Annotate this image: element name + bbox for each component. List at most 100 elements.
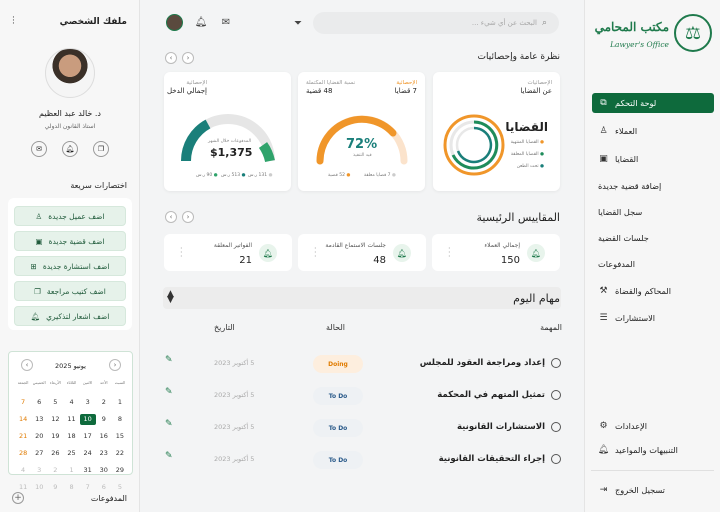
metric-card-clients[interactable]: 🔔︎ إجمالي العملاء 150 · · · [432, 234, 560, 271]
nav-consultations[interactable]: ☰ الاستشارات [592, 308, 714, 328]
add-consultation-button[interactable]: ⊞ اضف استشارة جديدة [14, 256, 126, 276]
calendar-day[interactable]: 9 [47, 482, 63, 493]
more-icon[interactable]: · · · [448, 245, 451, 261]
add-reminder-button[interactable]: 🔔︎ اضف اشعار لتذكيري [14, 306, 126, 326]
next-arrow-icon[interactable]: › [182, 52, 194, 64]
calendar-day[interactable]: 11 [63, 414, 79, 425]
calendar-day[interactable]: 18 [63, 431, 79, 442]
search-placeholder: البحث عن أي شيء ... [471, 19, 537, 27]
task-checkbox[interactable] [551, 422, 561, 432]
calendar-day[interactable]: 14 [15, 414, 31, 425]
calendar-day[interactable]: 7 [15, 397, 31, 408]
edit-icon[interactable]: ✎ [165, 387, 173, 397]
calendar-day[interactable]: 13 [31, 414, 47, 425]
table-row[interactable]: إجراء التحقيقات القانونية To Do 5 أكتوبر… [163, 449, 561, 471]
nav-dashboard[interactable]: ⧉ لوحة التحكم [592, 93, 714, 113]
calendar-day[interactable]: 6 [31, 397, 47, 408]
prev-arrow-icon[interactable]: ‹ [165, 211, 177, 223]
avatar[interactable] [166, 14, 183, 31]
calendar-day[interactable]: 19 [47, 431, 63, 442]
sliders-icon: ☰ [599, 313, 608, 323]
calendar-day[interactable]: 1 [63, 465, 79, 476]
nav-add-case[interactable]: إضافة قضية جديدة [592, 176, 714, 196]
calendar-day[interactable]: 27 [31, 448, 47, 459]
nav-cases[interactable]: ▣ القضايا [592, 149, 714, 169]
edit-icon[interactable]: ✎ [165, 355, 173, 365]
calendar-day[interactable]: 4 [63, 397, 79, 408]
calendar-day[interactable]: 4 [15, 465, 31, 476]
calendar-day[interactable]: 15 [112, 431, 128, 442]
add-case-button[interactable]: ▣ اضف قضية جديدة [14, 231, 126, 251]
calendar-day[interactable]: 22 [112, 448, 128, 459]
table-row[interactable]: تمثيل المتهم في المحكمة To Do 5 أكتوبر 2… [163, 385, 561, 407]
calendar-day[interactable]: 2 [96, 397, 112, 408]
calendar-day[interactable]: 5 [47, 397, 63, 408]
copy-icon[interactable]: ❐ [93, 141, 109, 157]
task-checkbox[interactable] [551, 358, 561, 368]
calendar-day[interactable]: 21 [15, 431, 31, 442]
more-icon[interactable]: · · · [180, 245, 183, 261]
calendar-day[interactable]: 20 [31, 431, 47, 442]
quick-label: اضف استشارة جديدة [42, 261, 110, 271]
calendar-day[interactable]: 24 [80, 448, 96, 459]
nav-settings[interactable]: ⚙ الإعدادات [592, 416, 714, 436]
nav-alerts[interactable]: 🔔︎ التنبيهات والمواعيد [592, 440, 714, 460]
col-task: المهمة [540, 323, 562, 332]
calendar-day[interactable]: 10 [31, 482, 47, 493]
more-icon[interactable]: · · · [314, 245, 317, 261]
table-row[interactable]: إعداد ومراجعة العقود للمجلس Doing 5 أكتو… [163, 353, 561, 375]
notification-icon[interactable]: 🔔︎ [194, 15, 208, 29]
bell-icon[interactable]: 🔔︎ [62, 141, 78, 157]
calendar-day[interactable]: 28 [15, 448, 31, 459]
nav-clients[interactable]: ♙ العملاء [592, 121, 714, 141]
brand-name: مكتب المحامي [594, 20, 669, 34]
mail-icon[interactable]: ✉ [31, 141, 47, 157]
calendar-day[interactable]: 12 [47, 414, 63, 425]
calendar-day[interactable]: 26 [47, 448, 63, 459]
more-icon[interactable]: · · · [12, 14, 15, 29]
add-booklet-button[interactable]: ❐ اضف كتيب مراجعة [14, 281, 126, 301]
calendar-day[interactable]: 2 [47, 465, 63, 476]
calendar-day[interactable]: 8 [63, 482, 79, 493]
next-arrow-icon[interactable]: › [182, 211, 194, 223]
calendar-day[interactable]: 6 [96, 482, 112, 493]
user-icon: ♙ [599, 126, 608, 136]
calendar-day[interactable]: 3 [31, 465, 47, 476]
brand-logo[interactable]: ⚖ مكتب المحامي Lawyer's Office [590, 14, 716, 56]
calendar-day[interactable]: 7 [80, 482, 96, 493]
calendar-day[interactable]: 5 [112, 482, 128, 493]
avatar[interactable] [45, 48, 95, 98]
nav-case-sessions[interactable]: جلسات القضية [592, 228, 714, 248]
prev-arrow-icon[interactable]: ‹ [165, 52, 177, 64]
calendar-day[interactable]: 23 [96, 448, 112, 459]
table-row[interactable]: الاستشارات القانونية To Do 5 أكتوبر 2023… [163, 417, 561, 439]
add-client-button[interactable]: ♙ اضف عميل جديدة [14, 206, 126, 226]
edit-icon[interactable]: ✎ [165, 451, 173, 461]
calendar-day[interactable]: 16 [96, 431, 112, 442]
calendar-day[interactable]: 10 [79, 414, 96, 425]
nav-payments[interactable]: المدفوعات [592, 254, 714, 274]
calendar-day[interactable]: 17 [80, 431, 96, 442]
metric-card-invoices[interactable]: 🔔︎ الفواتير المعلقة 21 · · · [164, 234, 292, 271]
calendar-day[interactable]: 1 [112, 397, 128, 408]
task-checkbox[interactable] [551, 454, 561, 464]
search-input[interactable]: ⌕ البحث عن أي شيء ... [313, 12, 559, 34]
calendar-day[interactable]: 29 [112, 465, 128, 476]
edit-icon[interactable]: ✎ [165, 419, 173, 429]
calendar-day[interactable]: 25 [63, 448, 79, 459]
mail-icon[interactable]: ✉ [219, 15, 233, 29]
card-label: الإحصائية [396, 80, 417, 86]
nav-case-log[interactable]: سجل القضايا [592, 202, 714, 222]
calendar-day[interactable]: 9 [96, 414, 112, 425]
calendar-day[interactable]: 30 [96, 465, 112, 476]
sort-icon[interactable]: ▲ ▼ [167, 290, 174, 305]
calendar-day[interactable]: 3 [80, 397, 96, 408]
add-icon[interactable]: + [12, 492, 24, 504]
nav-logout[interactable]: ⇥ تسجيل الخروج [592, 480, 714, 500]
calendar-day[interactable]: 31 [80, 465, 96, 476]
nav-courts[interactable]: ⚒ المحاكم والقضاة [592, 281, 714, 301]
calendar-day[interactable]: 8 [112, 414, 128, 425]
filter-icon[interactable]: ⏷ [291, 16, 305, 30]
metric-card-hearings[interactable]: 🔔︎ جلسات الاستماع القادمة 48 · · · [298, 234, 426, 271]
task-checkbox[interactable] [551, 390, 561, 400]
